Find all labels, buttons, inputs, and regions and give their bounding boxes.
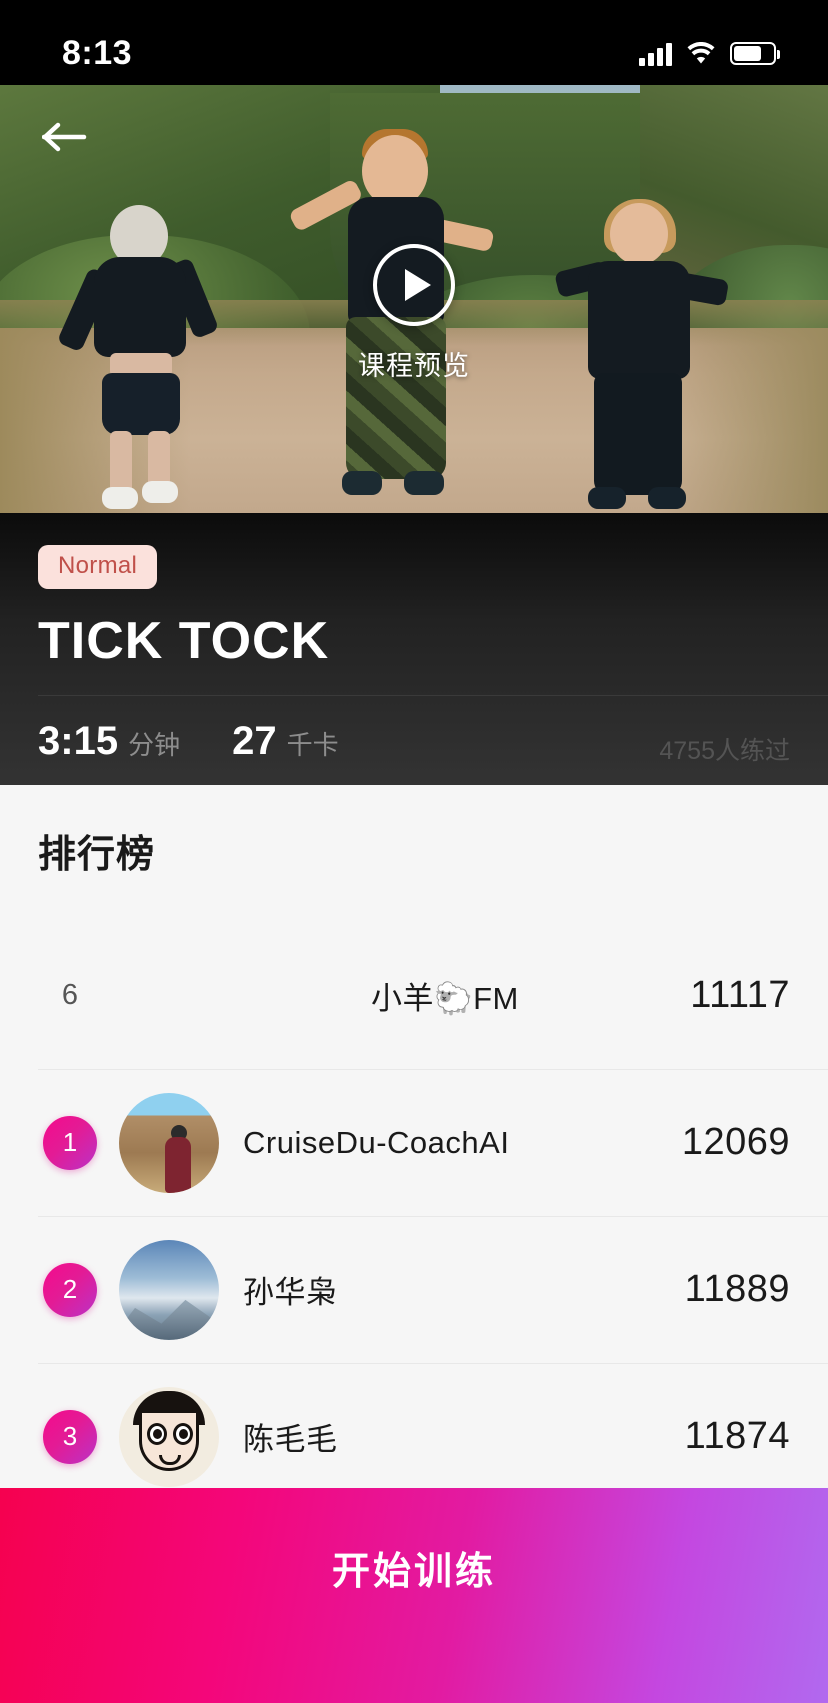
info-divider [38, 695, 828, 696]
leaderboard-section: 排行榜 6 小羊🐑FM 11117 1 CruiseDu-CoachAI 120… [0, 785, 828, 1488]
table-row[interactable]: 3 陈毛毛 11874 [0, 1363, 828, 1488]
user-score: 11874 [684, 1415, 790, 1457]
back-arrow-icon [42, 122, 87, 152]
cellular-signal-icon [639, 42, 672, 66]
table-row[interactable]: 6 小羊🐑FM 11117 [0, 922, 828, 1069]
user-name: 孙华枭 [243, 1275, 338, 1310]
avatar[interactable] [119, 1386, 219, 1487]
status-bar: 8:13 [0, 0, 828, 85]
status-time: 8:13 [62, 34, 133, 72]
preview-label: 课程预览 [358, 350, 470, 381]
start-training-button[interactable]: 开始训练 [0, 1488, 828, 1703]
calories-value: 27 [232, 719, 277, 763]
course-title: TICK TOCK [38, 612, 330, 670]
course-stats: 3:15 分钟 27 千卡 [38, 719, 339, 764]
avatar[interactable] [119, 1239, 219, 1340]
rank-badge: 1 [43, 1115, 97, 1170]
rank-badge: 3 [43, 1409, 97, 1464]
difficulty-badge: Normal [38, 545, 158, 589]
rank-number: 6 [61, 979, 79, 1011]
back-button[interactable] [30, 107, 100, 167]
battery-icon [730, 42, 780, 65]
user-score: 12069 [681, 1121, 790, 1163]
user-name: CruiseDu-CoachAI [243, 1124, 510, 1160]
calories-unit: 千卡 [286, 730, 339, 760]
leaderboard-heading: 排行榜 [38, 834, 156, 876]
user-name: 陈毛毛 [243, 1422, 338, 1457]
start-training-label: 开始训练 [331, 1551, 496, 1593]
rank-badge: 2 [43, 1262, 97, 1317]
table-row[interactable]: 2 孙华枭 11889 [0, 1216, 828, 1363]
play-preview-button[interactable]: 课程预览 [0, 85, 828, 513]
avatar[interactable] [119, 1092, 219, 1193]
leaderboard-list: 6 小羊🐑FM 11117 1 CruiseDu-CoachAI 12069 2… [0, 922, 828, 1488]
wifi-icon [686, 41, 716, 66]
duration-unit: 分钟 [128, 730, 181, 760]
course-info-panel: Normal TICK TOCK 3:15 分钟 27 千卡 4755人练过 [0, 513, 828, 785]
user-score: 11117 [690, 974, 790, 1016]
play-icon[interactable] [373, 243, 455, 326]
app-screen: 8:13 课程预览 Normal TICK TOCK 3:15 分钟 27 千卡… [0, 0, 828, 1703]
practiced-count: 4755人练过 [659, 737, 790, 765]
user-score: 11889 [684, 1268, 790, 1310]
user-name: 小羊🐑FM [371, 981, 519, 1016]
status-indicators [639, 41, 780, 66]
course-preview-video[interactable]: 课程预览 [0, 85, 828, 513]
duration-value: 3:15 [38, 719, 119, 763]
table-row[interactable]: 1 CruiseDu-CoachAI 12069 [0, 1069, 828, 1216]
